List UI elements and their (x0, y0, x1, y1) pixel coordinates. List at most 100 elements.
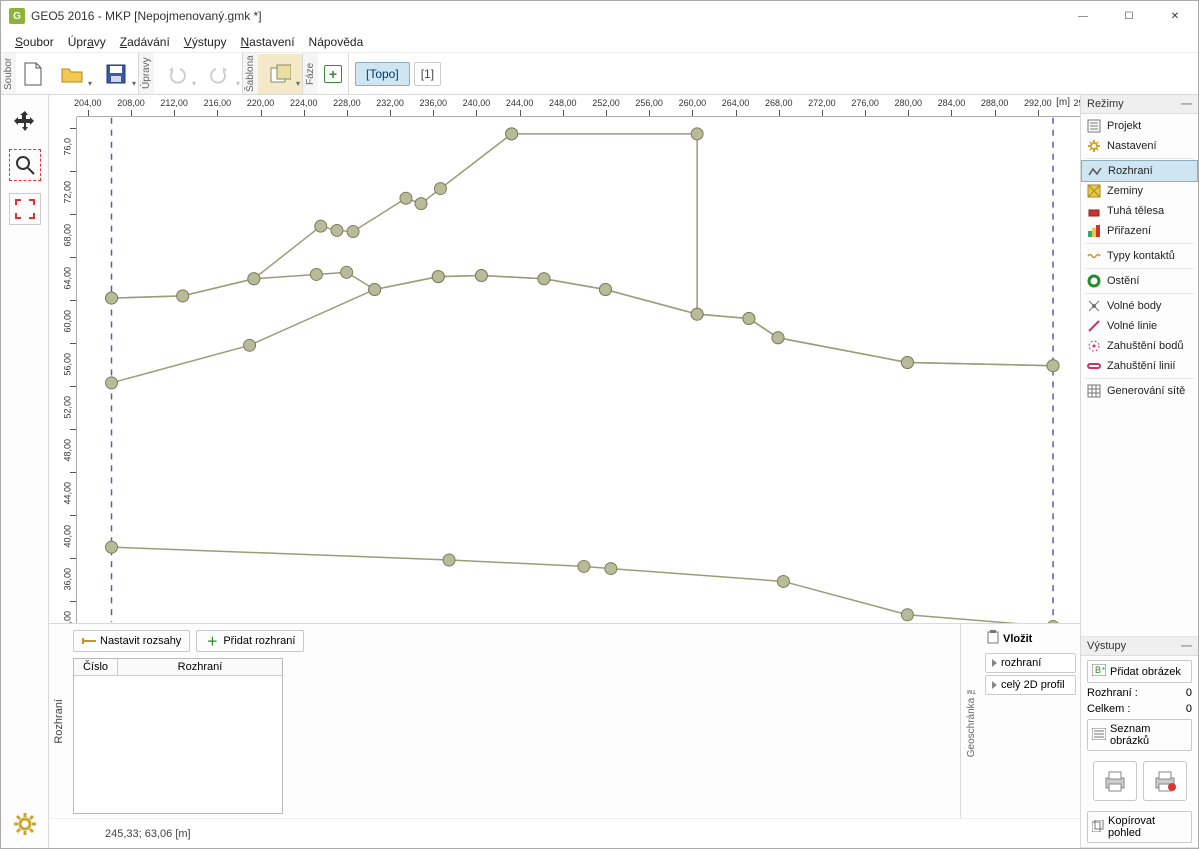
dropdown-arrow-icon: ▾ (236, 79, 240, 88)
pan-tool[interactable] (9, 105, 41, 137)
mode-item-rozhrani[interactable]: Rozhraní (1081, 160, 1198, 182)
document-icon (22, 61, 44, 87)
menu-soubor[interactable]: Soubor (9, 33, 60, 51)
copy-view-button[interactable]: Kopírovat pohled (1087, 811, 1192, 843)
outputs-row-rozhrani: Rozhraní :0 (1087, 687, 1192, 699)
add-interface-button[interactable]: ＋ Přidat rozhraní (196, 630, 304, 652)
printer-color-icon (1152, 770, 1178, 792)
mode-item-volnelinie[interactable]: Volné linie (1081, 316, 1198, 336)
window-title: GEO5 2016 - MKP [Nepojmenovaný.gmk *] (31, 9, 262, 23)
save-file-button[interactable]: ▾ (94, 54, 138, 94)
maximize-button[interactable]: ☐ (1106, 1, 1152, 31)
mode-item-zahbodu[interactable]: Zahuštění bodů (1081, 336, 1198, 356)
template-button[interactable]: ▾ (258, 54, 302, 94)
table-body[interactable] (74, 676, 282, 813)
paste-profile-button[interactable]: celý 2D profil (985, 675, 1076, 695)
body: [m] 204,00208,00212,00216,00220,00224,00… (1, 95, 1198, 848)
undo-icon (166, 64, 186, 84)
status-coords: 245,33; 63,06 [m] (105, 828, 191, 840)
add-phase-button[interactable]: + (324, 65, 342, 83)
outputs-header: Výstupy— (1081, 637, 1198, 656)
app-window: G GEO5 2016 - MKP [Nepojmenovaný.gmk *] … (0, 0, 1199, 849)
menu-nastaveni[interactable]: Nastavení (235, 33, 301, 51)
mode-item-prirazeni[interactable]: Přiřazení (1081, 221, 1198, 241)
vertical-ruler: 76,072,0068,0064,0060,0056,0052,0048,004… (49, 117, 77, 623)
prirazeni-icon (1087, 224, 1101, 238)
triangle-right-icon (992, 681, 997, 689)
collapse-icon[interactable]: — (1181, 640, 1192, 652)
outputs-panel: B⁺ Přidat obrázek Rozhraní :0 Celkem :0 … (1081, 656, 1198, 847)
set-ranges-button[interactable]: Nastavit rozsahy (73, 630, 190, 652)
add-picture-button[interactable]: B⁺ Přidat obrázek (1087, 660, 1192, 683)
phase-topo-button[interactable]: [Topo] (355, 62, 410, 86)
toolbar-group-soubor: Soubor ▾ ▾ (1, 53, 139, 94)
geometry-plot (77, 117, 1080, 623)
mode-item-nastaveni[interactable]: Nastavení (1081, 136, 1198, 156)
mode-item-osteni[interactable]: Ostění (1081, 271, 1198, 291)
clipboard-panel: Geoschránka ™ Vložit rozhraní celý 2D pr… (960, 624, 1080, 818)
menu-zadavani[interactable]: Zadávání (114, 33, 176, 51)
printer-icon (1102, 770, 1128, 792)
clipboard-tab[interactable]: Geoschránka ™ (961, 624, 981, 818)
mode-item-zeminy[interactable]: Zeminy (1081, 181, 1198, 201)
gear-icon (11, 810, 39, 838)
right-panel: Režimy— ProjektNastavení RozhraníZeminyTu… (1080, 95, 1198, 848)
th-interface: Rozhraní (118, 659, 282, 675)
list-icon (1092, 728, 1106, 743)
save-icon (105, 63, 127, 85)
bottom-left-panel: Nastavit rozsahy ＋ Přidat rozhraní Číslo… (69, 624, 521, 818)
triangle-right-icon (992, 659, 997, 667)
open-file-button[interactable]: ▾ (50, 54, 94, 94)
settings-tool[interactable] (9, 808, 41, 840)
dropdown-arrow-icon: ▾ (88, 79, 92, 88)
toolbar-group-sablona: Šablona ▾ (243, 53, 303, 94)
th-number: Číslo (74, 659, 118, 675)
mode-item-tuha[interactable]: Tuhá tělesa (1081, 201, 1198, 221)
menu-napoveda[interactable]: Nápověda (303, 33, 370, 51)
picture-plus-icon: B⁺ (1092, 664, 1106, 679)
menu-soubor-label: oubor (23, 35, 54, 49)
menu-vystupy[interactable]: Výstupy (178, 33, 233, 51)
outputs-row-celkem: Celkem :0 (1087, 703, 1192, 715)
fit-view-tool[interactable] (9, 193, 41, 225)
collapse-icon[interactable]: — (1181, 98, 1192, 110)
new-file-button[interactable] (16, 54, 50, 94)
phase-1-button[interactable]: [1] (414, 62, 441, 86)
print-bw-button[interactable] (1093, 761, 1137, 801)
folder-open-icon (60, 64, 84, 84)
paste-interface-button[interactable]: rozhraní (985, 653, 1076, 673)
projekt-icon (1087, 119, 1101, 133)
toolbar-group-faze: Fáze + (303, 53, 349, 94)
menu-upravy[interactable]: Úpravy (62, 33, 112, 51)
mode-item-typykont[interactable]: Typy kontaktů (1081, 246, 1198, 266)
ranges-icon (82, 634, 96, 648)
zahbodu-icon (1087, 339, 1101, 353)
close-button[interactable]: ✕ (1152, 1, 1198, 31)
bottom-pane-tab[interactable]: Rozhraní (49, 624, 69, 818)
toolbar-group-faze-label: Fáze (303, 53, 318, 94)
nastaveni-icon (1087, 139, 1101, 153)
print-color-button[interactable] (1143, 761, 1187, 801)
zoom-tool[interactable] (9, 149, 41, 181)
mode-item-projekt[interactable]: Projekt (1081, 116, 1198, 136)
bottom-pane: Rozhraní Nastavit rozsahy ＋ Přidat rozhr… (49, 623, 1080, 818)
centre-column: [m] 204,00208,00212,00216,00220,00224,00… (49, 95, 1080, 848)
undo-button[interactable]: ▾ (154, 54, 198, 94)
list-pictures-button[interactable]: Seznam obrázků (1087, 719, 1192, 751)
mode-item-volnebody[interactable]: Volné body (1081, 296, 1198, 316)
minimize-button[interactable]: — (1060, 1, 1106, 31)
zeminy-icon (1087, 184, 1101, 198)
ruler-unit: [m] (1056, 97, 1070, 108)
menubar: Soubor Úpravy Zadávání Výstupy Nastavení… (1, 31, 1198, 53)
plot-area[interactable] (77, 117, 1080, 623)
dropdown-arrow-icon: ▾ (192, 79, 196, 88)
canvas-area[interactable]: [m] 204,00208,00212,00216,00220,00224,00… (49, 95, 1080, 623)
mode-item-zahlinii[interactable]: Zahuštění linií (1081, 356, 1198, 376)
mode-item-gensite[interactable]: Generování sítě (1081, 381, 1198, 401)
redo-button[interactable]: ▾ (198, 54, 242, 94)
titlebar: G GEO5 2016 - MKP [Nepojmenovaný.gmk *] … (1, 1, 1198, 31)
modes-header: Režimy— (1081, 95, 1198, 114)
gensite-icon (1087, 384, 1101, 398)
phase-bar: [Topo] [1] (349, 53, 447, 94)
toolbar-group-soubor-label: Soubor (1, 53, 16, 94)
